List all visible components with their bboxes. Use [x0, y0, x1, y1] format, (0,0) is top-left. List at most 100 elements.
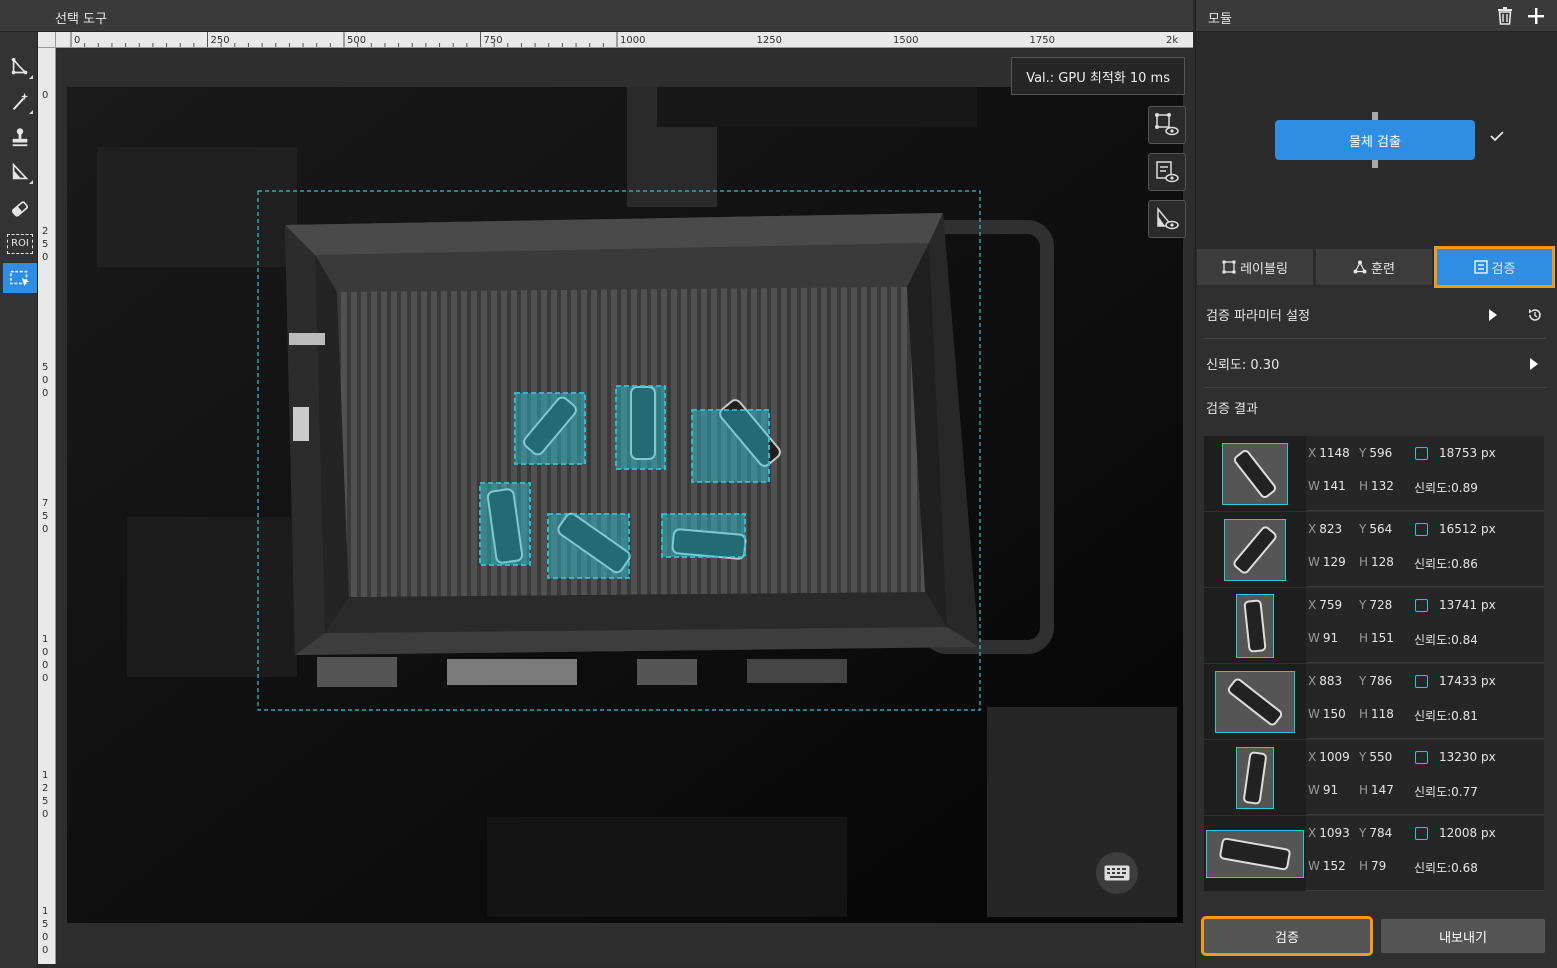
result-area: 18753 px [1439, 446, 1496, 460]
ruler-label: 1250 [757, 35, 782, 46]
key-w: W [1308, 631, 1320, 645]
result-area: 13741 px [1439, 598, 1496, 612]
selection-box-icon [10, 270, 30, 287]
horizontal-ruler-ticks: 0 250 500 750 1000 1250 1500 1750 2k [70, 32, 1178, 47]
result-row[interactable]: X 1093 Y 784 12008 px W 152 H 79 신뢰도:0.68 [1204, 816, 1544, 891]
confidence-section: 신뢰도: 0.30 [1204, 339, 1546, 388]
result-color-checkbox[interactable] [1415, 447, 1428, 460]
expand-confidence-icon[interactable] [1530, 358, 1538, 370]
image-canvas[interactable]: Val.: GPU 최적화 10 ms [57, 49, 1193, 964]
val-x: 759 [1319, 598, 1343, 612]
confidence-row[interactable]: 신뢰도: 0.30 [1204, 339, 1546, 388]
show-bbox-toggle[interactable] [1148, 106, 1186, 144]
object-detection-module[interactable]: 물체 검출 [1275, 120, 1475, 160]
result-h: H 147 [1359, 783, 1394, 797]
key-y: Y [1359, 750, 1367, 764]
ruler-label: 5 [42, 362, 48, 373]
result-row[interactable]: X 1148 Y 596 18753 px W 141 H 132 신뢰도:0.89 [1204, 436, 1544, 511]
result-thumbnail [1204, 436, 1306, 511]
result-row[interactable]: X 759 Y 728 13741 px W 91 H 151 신뢰도:0.84 [1204, 588, 1544, 663]
list-eye-icon [1156, 161, 1179, 183]
ruler-label: 0 [42, 90, 48, 101]
mask-tool-button[interactable] [3, 157, 37, 187]
ruler-label: 750 [484, 35, 503, 46]
validate-button[interactable]: 검증 [1201, 916, 1373, 956]
ruler-label: 1000 [620, 35, 645, 46]
result-thumbnail-image [1224, 518, 1286, 581]
result-thumbnail [1204, 588, 1306, 663]
val-x: 823 [1319, 522, 1343, 536]
bbox-eye-icon [1155, 113, 1179, 136]
tab-training[interactable]: 훈련 [1316, 249, 1432, 285]
ruler-label: 0 [42, 388, 48, 399]
result-row[interactable]: X 823 Y 564 16512 px W 129 H 128 신뢰도:0.86 [1204, 512, 1544, 587]
result-thumbnail [1204, 816, 1306, 891]
result-color-checkbox[interactable] [1415, 523, 1428, 536]
run-validation-icon[interactable] [1489, 309, 1497, 321]
result-x: X 883 [1308, 674, 1342, 688]
tab-validation[interactable]: 검증 [1434, 246, 1555, 288]
export-button[interactable]: 내보내기 [1381, 919, 1545, 953]
val-h: 151 [1371, 631, 1394, 645]
keyboard-shortcuts-button[interactable] [1096, 852, 1138, 894]
selection-tool-button[interactable] [3, 263, 37, 293]
eraser-tool-button[interactable] [3, 194, 37, 224]
val-h: 147 [1371, 783, 1394, 797]
show-labels-toggle[interactable] [1148, 153, 1186, 191]
can-shape [1243, 598, 1267, 653]
results-section-title: 검증 결과 [1204, 398, 1546, 422]
ruler-label: 0 [42, 647, 48, 658]
val-x: 1148 [1319, 446, 1350, 460]
horizontal-ruler: 0 250 500 750 1000 1250 1500 1750 2k [56, 32, 1193, 48]
key-w: W [1308, 479, 1320, 493]
result-thumbnail [1204, 512, 1306, 587]
polygon-tool-button[interactable] [3, 52, 37, 82]
result-h: H 118 [1359, 707, 1394, 721]
ruler-label: 5 [42, 796, 48, 807]
can-shape [1231, 523, 1279, 576]
result-color-checkbox[interactable] [1415, 827, 1428, 840]
add-module-button[interactable] [1526, 6, 1546, 26]
result-w: W 141 [1308, 479, 1346, 493]
stamp-tool-button[interactable] [3, 122, 37, 152]
ruler-label: 7 [42, 498, 48, 509]
roi-tool-button[interactable]: ROI [3, 229, 37, 259]
validation-icon [1473, 260, 1488, 274]
val-h: 128 [1371, 555, 1394, 569]
ruler-label: 0 [42, 809, 48, 820]
magic-wand-icon [12, 92, 29, 111]
result-thumbnail [1204, 740, 1306, 815]
val-w: 141 [1322, 479, 1346, 493]
result-thumbnail-image [1206, 829, 1304, 878]
val-y: 564 [1369, 522, 1393, 536]
result-y: Y 596 [1359, 446, 1392, 460]
result-row[interactable]: X 1009 Y 550 13230 px W 91 H 147 신뢰도:0.77 [1204, 740, 1544, 815]
result-confidence: 신뢰도:0.81 [1414, 709, 1478, 723]
result-color-checkbox[interactable] [1415, 751, 1428, 764]
val-w: 91 [1322, 631, 1339, 645]
camera-image[interactable] [67, 87, 1183, 923]
key-x: X [1308, 598, 1317, 612]
result-color-checkbox[interactable] [1415, 599, 1428, 612]
tab-labeling[interactable]: 레이블링 [1197, 249, 1313, 285]
val-h: 118 [1371, 707, 1394, 721]
vertical-ruler: 0 2 5 0 5 0 0 7 5 0 1 0 0 0 1 2 5 0 1 5 0 0 [38, 48, 56, 964]
result-w: W 150 [1308, 707, 1346, 721]
delete-module-button[interactable] [1495, 6, 1515, 26]
left-toolbar: ROI [0, 32, 38, 968]
ruler-label: 1500 [893, 35, 918, 46]
result-row[interactable]: X 883 Y 786 17433 px W 150 H 118 신뢰도:0.81 [1204, 664, 1544, 739]
ruler-label: 2k [1166, 35, 1178, 46]
key-h: H [1359, 479, 1369, 493]
magic-wand-tool-button[interactable] [3, 87, 37, 117]
result-color-checkbox[interactable] [1415, 675, 1428, 688]
result-thumbnail-image [1236, 746, 1274, 809]
result-h: H 79 [1359, 859, 1386, 873]
key-x: X [1308, 446, 1317, 460]
reset-icon[interactable] [1527, 307, 1543, 323]
val-x: 883 [1319, 674, 1343, 688]
result-confidence: 신뢰도:0.86 [1414, 557, 1478, 571]
ruler-label: 0 [42, 673, 48, 684]
ruler-label: 1 [42, 906, 48, 917]
show-mask-toggle[interactable] [1148, 200, 1186, 238]
